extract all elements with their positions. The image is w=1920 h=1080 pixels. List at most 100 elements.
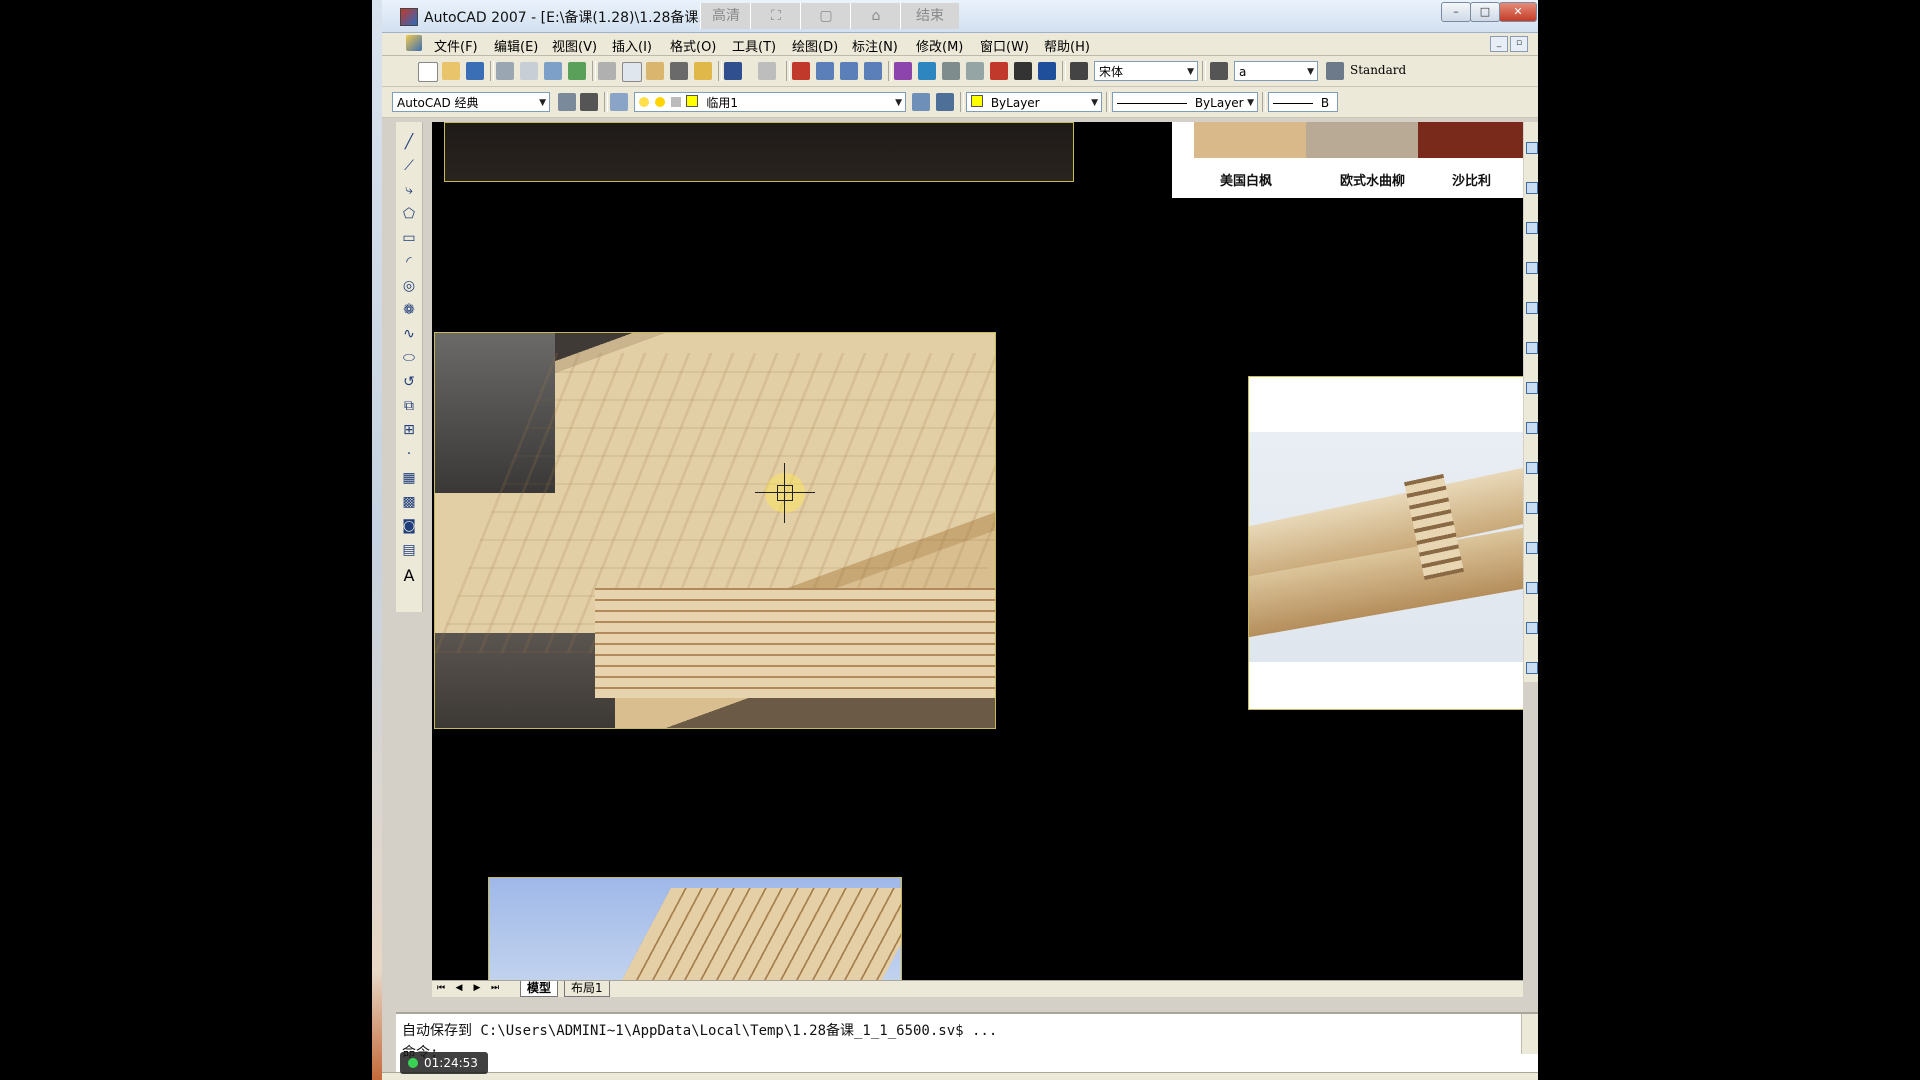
circle-icon[interactable]: ◎ — [401, 278, 417, 294]
workspace-combo[interactable]: AutoCAD 经典 ▼ — [392, 92, 550, 112]
menu-dimension[interactable]: 标注(N) — [852, 36, 898, 55]
match-properties-icon[interactable] — [670, 62, 688, 80]
maximize-button[interactable]: □ — [1470, 2, 1500, 22]
next-tab-icon[interactable]: ▶ — [470, 982, 484, 995]
mirror-icon[interactable] — [1526, 222, 1538, 234]
dimension-style-icon[interactable] — [1210, 62, 1228, 80]
wood-swatch-panel[interactable]: 美国白枫 欧式水曲柳 沙比利 — [1172, 122, 1523, 198]
ellipse-icon[interactable]: ⬭ — [401, 350, 417, 366]
properties-icon[interactable] — [894, 62, 912, 80]
menu-tools[interactable]: 工具(T) — [732, 36, 776, 55]
recorder-home-icon[interactable]: ⌂ — [850, 3, 901, 29]
color-combo[interactable]: ByLayer ▼ — [966, 92, 1102, 112]
menu-draw[interactable]: 绘图(D) — [792, 36, 838, 55]
line-tool-icon[interactable]: ╱ — [401, 134, 417, 150]
undo-icon[interactable] — [724, 62, 742, 80]
text-style-icon[interactable] — [1070, 62, 1088, 80]
recorder-hd-button[interactable]: 高清 — [700, 3, 751, 29]
copy-icon[interactable] — [622, 62, 642, 82]
open-icon[interactable] — [442, 62, 460, 80]
break-icon[interactable] — [1526, 582, 1538, 594]
horizontal-scrollbar[interactable] — [622, 983, 1517, 994]
close-button[interactable]: ✕ — [1499, 2, 1537, 22]
revision-cloud-icon[interactable]: ❁ — [401, 302, 417, 318]
point-icon[interactable]: · — [401, 446, 417, 462]
scale-icon[interactable] — [1526, 422, 1538, 434]
layer-manager-icon[interactable] — [610, 93, 628, 111]
workspace-settings-icon[interactable] — [558, 93, 576, 111]
previous-tab-icon[interactable]: ◀ — [452, 982, 466, 995]
minimize-button[interactable]: – — [1441, 2, 1471, 22]
new-icon[interactable] — [418, 62, 438, 82]
chamfer-icon[interactable] — [1526, 622, 1538, 634]
cut-icon[interactable] — [598, 62, 616, 80]
insert-block-icon[interactable]: ⧉ — [401, 398, 417, 414]
document-icon[interactable] — [406, 35, 422, 51]
multiline-text-icon[interactable]: A — [401, 568, 417, 584]
autocad-app-icon[interactable] — [400, 8, 418, 26]
menu-insert[interactable]: 插入(I) — [612, 36, 652, 55]
make-block-icon[interactable]: ⊞ — [401, 422, 417, 438]
construction-line-icon[interactable]: ⟋ — [401, 158, 417, 174]
raster-image-bottom[interactable] — [488, 877, 902, 980]
raster-image-finger-joint[interactable] — [1248, 376, 1523, 710]
rectangle-icon[interactable]: ▭ — [401, 230, 417, 246]
zoom-window-icon[interactable] — [840, 62, 858, 80]
zoom-realtime-icon[interactable] — [816, 62, 834, 80]
recorder-window-icon[interactable]: ▢ — [800, 3, 851, 29]
make-object-layer-current-icon[interactable] — [912, 93, 930, 111]
offset-icon[interactable] — [1526, 262, 1538, 274]
zoom-previous-icon[interactable] — [864, 62, 882, 80]
command-scrollbar[interactable] — [1521, 1014, 1538, 1054]
layer-combo[interactable]: 临用1 ▼ — [634, 92, 906, 112]
linetype-combo[interactable]: ByLayer ▼ — [1112, 92, 1258, 112]
tab-layout1[interactable]: 布局1 — [564, 981, 610, 997]
recorder-region-icon[interactable]: ⛶ — [750, 3, 801, 29]
redo-icon[interactable] — [758, 62, 776, 80]
text-height-combo[interactable]: a ▼ — [1234, 61, 1318, 81]
move-icon[interactable] — [1526, 342, 1538, 354]
erase-icon[interactable] — [1526, 142, 1538, 154]
first-tab-icon[interactable]: ⏮ — [434, 982, 448, 995]
plot-icon[interactable] — [496, 62, 514, 80]
font-combo[interactable]: 宋体 ▼ — [1094, 61, 1198, 81]
trim-icon[interactable] — [1526, 502, 1538, 514]
menu-window[interactable]: 窗口(W) — [980, 36, 1029, 55]
menu-view[interactable]: 视图(V) — [552, 36, 597, 55]
save-icon[interactable] — [466, 62, 484, 80]
design-center-icon[interactable] — [918, 62, 936, 80]
copy-object-icon[interactable] — [1526, 182, 1538, 194]
tab-model[interactable]: 模型 — [520, 981, 559, 997]
calculator-icon[interactable] — [1014, 62, 1032, 80]
drawing-canvas[interactable]: 美国白枫 欧式水曲柳 沙比利 — [432, 122, 1523, 980]
pan-icon[interactable] — [792, 62, 810, 80]
last-tab-icon[interactable]: ⏭ — [488, 982, 502, 995]
menu-format[interactable]: 格式(O) — [670, 36, 716, 55]
3d-dwf-icon[interactable] — [568, 62, 586, 80]
extend-icon[interactable] — [1526, 542, 1538, 554]
table-style-icon[interactable] — [1326, 62, 1344, 80]
menu-modify[interactable]: 修改(M) — [916, 36, 963, 55]
plot-preview-icon[interactable] — [520, 62, 538, 80]
spline-icon[interactable]: ∿ — [401, 326, 417, 342]
fillet-icon[interactable] — [1526, 662, 1538, 674]
array-icon[interactable] — [1526, 302, 1538, 314]
recorder-stop-button[interactable]: 结束 — [900, 3, 959, 29]
table-icon[interactable]: ▤ — [401, 542, 417, 558]
layer-previous-icon[interactable] — [936, 93, 954, 111]
tool-palettes-icon[interactable] — [942, 62, 960, 80]
rotate-icon[interactable] — [1526, 382, 1538, 394]
ellipse-arc-icon[interactable]: ↺ — [401, 374, 417, 390]
region-icon[interactable]: ◙ — [401, 518, 417, 534]
publish-icon[interactable] — [544, 62, 562, 80]
hatch-icon[interactable]: ▦ — [401, 470, 417, 486]
menu-help[interactable]: 帮助(H) — [1044, 36, 1090, 55]
paste-icon[interactable] — [646, 62, 664, 80]
polygon-icon[interactable]: ⬠ — [401, 206, 417, 222]
menu-edit[interactable]: 编辑(E) — [494, 36, 538, 55]
menu-file[interactable]: 文件(F) — [434, 36, 478, 55]
sheet-set-icon[interactable] — [966, 62, 984, 80]
doc-restore-button[interactable]: ▫ — [1510, 36, 1528, 52]
gradient-icon[interactable]: ▩ — [401, 494, 417, 510]
raster-image-wood-board[interactable] — [434, 332, 996, 729]
